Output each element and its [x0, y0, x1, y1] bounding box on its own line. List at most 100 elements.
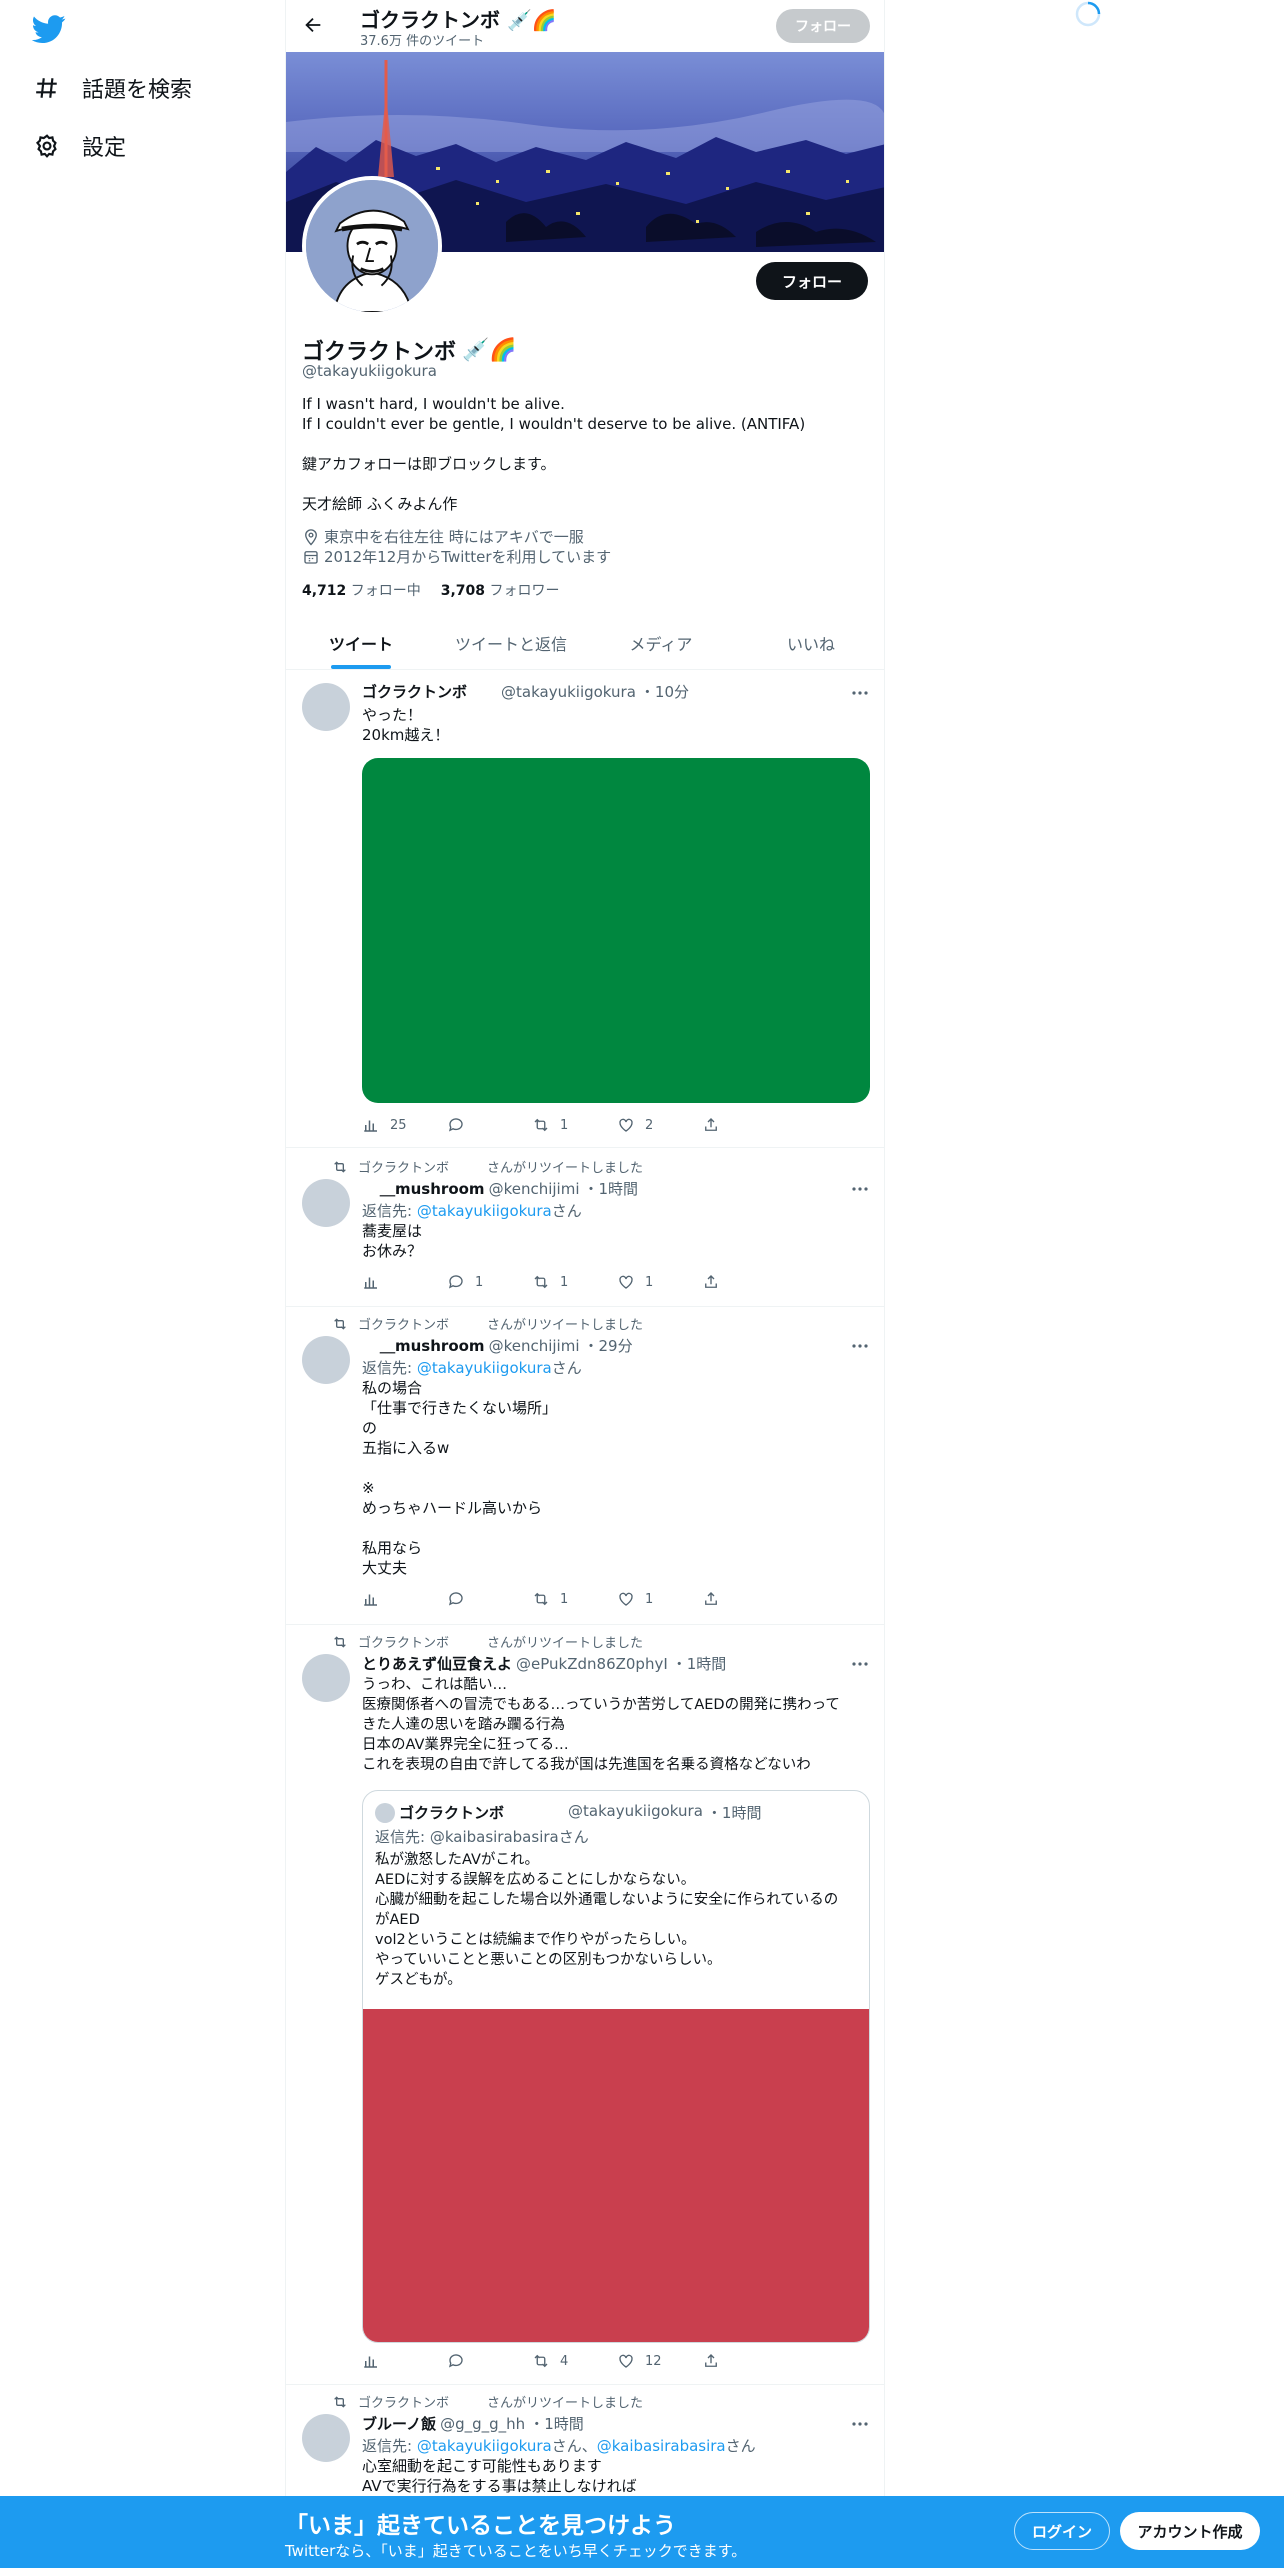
- back-arrow-icon[interactable]: [302, 14, 324, 36]
- share-button[interactable]: [702, 1590, 782, 1608]
- views-button[interactable]: [362, 1590, 442, 1608]
- avatar[interactable]: [302, 2414, 350, 2462]
- left-nav: 話題を検索 設定: [0, 0, 285, 2568]
- author-name[interactable]: とりあえず仙豆食えよ: [362, 1653, 512, 1674]
- views-button[interactable]: [362, 1273, 442, 1291]
- heart-icon: [619, 1275, 633, 1289]
- author-handle[interactable]: @takayukiigokura: [501, 683, 636, 701]
- retweet-icon: [334, 1160, 346, 1173]
- reply-mention-link[interactable]: @takayukiigokura: [417, 2437, 552, 2455]
- analytics-icon: [364, 1594, 377, 1606]
- tweet-header: ＿mushroom @kenchijimi ・1時間: [362, 1178, 638, 1199]
- more-options-icon[interactable]: [850, 1654, 870, 1674]
- heart-icon: [619, 1118, 633, 1132]
- author-handle[interactable]: @kenchijimi: [489, 1337, 580, 1355]
- tab-media[interactable]: メディア: [586, 616, 736, 669]
- syringe-emoji-icon: 💉🌈: [506, 8, 557, 32]
- avatar[interactable]: [302, 1336, 350, 1384]
- tab-tweets[interactable]: ツイート: [286, 616, 436, 669]
- reply-mention-link[interactable]: @takayukiigokura: [417, 1359, 552, 1377]
- tweet-media-image[interactable]: [362, 758, 870, 1103]
- tab-likes[interactable]: いいね: [736, 616, 884, 669]
- quote-avatar: [375, 1803, 395, 1823]
- more-options-icon[interactable]: [850, 2414, 870, 2434]
- syringe-rainbow-emoji-icon: 💉🌈: [462, 337, 517, 363]
- like-button[interactable]: 2: [617, 1116, 697, 1134]
- tweet-header: ＿mushroom @kenchijimi ・29分: [362, 1335, 633, 1356]
- signup-banner-title: 「いま」起きていることを見つけよう: [285, 2513, 676, 2539]
- profile-tabs: ツイート ツイートと返信 メディア いいね: [286, 616, 884, 670]
- profile-avatar[interactable]: [302, 176, 442, 316]
- like-button[interactable]: 12: [617, 2352, 697, 2370]
- like-button[interactable]: 1: [617, 1273, 697, 1291]
- header-follow-button[interactable]: フォロー: [776, 9, 870, 43]
- more-options-icon[interactable]: [850, 1336, 870, 1356]
- bio-line: If I wasn't hard, I wouldn't be alive.: [302, 395, 565, 413]
- nav-item-settings[interactable]: 設定: [34, 130, 126, 162]
- avatar[interactable]: [302, 1654, 350, 1702]
- reply-icon: [448, 2354, 463, 2368]
- share-button[interactable]: [702, 1273, 782, 1291]
- follow-button[interactable]: フォロー: [756, 262, 868, 300]
- share-button[interactable]: [702, 1116, 782, 1134]
- views-button[interactable]: 25: [362, 1116, 442, 1134]
- profile-handle: @takayukiigokura: [302, 362, 437, 380]
- views-button[interactable]: [362, 2352, 442, 2370]
- tweet-time[interactable]: ・1時間: [672, 1653, 727, 1674]
- bio-line: [302, 474, 872, 494]
- login-button[interactable]: ログイン: [1014, 2512, 1110, 2550]
- profile-header-bar: ゴクラクトンボ 💉🌈 37.6万 件のツイート フォロー: [286, 0, 884, 52]
- more-options-icon[interactable]: [850, 683, 870, 703]
- retweet-icon: [334, 1635, 346, 1648]
- avatar[interactable]: [302, 683, 350, 731]
- tweet[interactable]: ゴクラクトンボ さんがリツイートしました ＿mushroom @kenchijim…: [286, 1149, 884, 1307]
- tweet-text: うっわ、これは酷い… 医療関係者への冒涜でもある…っていうか苦労してAEDの開発…: [362, 1677, 840, 1773]
- main-column: ゴクラクトンボ 💉🌈 37.6万 件のツイート フォロー フォロー ゴクラクトン…: [285, 0, 885, 2568]
- twitter-logo-icon[interactable]: [32, 12, 66, 46]
- reply-mention-link[interactable]: @takayukiigokura: [417, 1202, 552, 1220]
- followers-link[interactable]: 3,708 フォロワー: [441, 580, 560, 600]
- tweet-header: ゴクラクトンボ @takayukiigokura ・10分: [362, 681, 689, 702]
- author-handle[interactable]: @kenchijimi: [489, 1180, 580, 1198]
- signup-button[interactable]: アカウント作成: [1120, 2512, 1260, 2550]
- author-name[interactable]: ＿mushroom: [380, 1178, 485, 1199]
- tweet-time[interactable]: ・1時間: [584, 1178, 639, 1199]
- author-name[interactable]: ＿mushroom: [380, 1335, 485, 1356]
- tweet[interactable]: ゴクラクトンボ @takayukiigokura ・10分 やった！ 20km越…: [286, 671, 884, 1148]
- quote-media-image[interactable]: [363, 2009, 869, 2342]
- quote-time: ・1時間: [706, 1804, 762, 1822]
- reply-button[interactable]: [447, 1116, 527, 1134]
- author-handle[interactable]: @g_g_g_hh: [440, 2415, 525, 2433]
- retweet-button[interactable]: 4: [532, 2352, 612, 2370]
- tweet[interactable]: ゴクラクトンボ さんがリツイートしました ＿mushroom @kenchijim…: [286, 1308, 884, 1625]
- retweet-context: ゴクラクトンボ さんがリツイートしました: [332, 2392, 643, 2411]
- tweet-actions: 25 1 2: [362, 1116, 782, 1134]
- tweet-actions: 1 1 1: [362, 1273, 782, 1291]
- tweet-actions: 1 1: [362, 1590, 782, 1608]
- share-button[interactable]: [702, 2352, 782, 2370]
- author-handle[interactable]: @ePukZdn86Z0phyI: [516, 1655, 668, 1673]
- retweet-button[interactable]: 1: [532, 1590, 612, 1608]
- retweet-icon: [334, 2395, 346, 2408]
- avatar[interactable]: [302, 1179, 350, 1227]
- reply-button[interactable]: [447, 1590, 527, 1608]
- quote-header: ゴクラクトンボ @takayukiigokura ・1時間: [399, 1802, 761, 1823]
- reply-button[interactable]: [447, 2352, 527, 2370]
- tweet-time[interactable]: ・1時間: [529, 2413, 584, 2434]
- tab-tweets-and-replies[interactable]: ツイートと返信: [436, 616, 586, 669]
- tweet[interactable]: ゴクラクトンボ さんがリツイートしました とりあえず仙豆食えよ @ePukZdn8…: [286, 1626, 884, 2385]
- retweet-button[interactable]: 1: [532, 1273, 612, 1291]
- retweet-button[interactable]: 1: [532, 1116, 612, 1134]
- reply-mention-link[interactable]: @kaibasirabasira: [597, 2437, 726, 2455]
- nav-item-explore[interactable]: 話題を検索: [34, 72, 192, 104]
- author-name[interactable]: ブルーノ飯: [362, 2413, 436, 2434]
- reply-button[interactable]: 1: [447, 1273, 527, 1291]
- tweet-time[interactable]: ・10分: [640, 681, 689, 702]
- following-link[interactable]: 4,712 フォロー中: [302, 580, 421, 600]
- author-name[interactable]: ゴクラクトンボ: [362, 681, 467, 702]
- like-button[interactable]: 1: [617, 1590, 697, 1608]
- quoted-tweet[interactable]: ゴクラクトンボ @takayukiigokura ・1時間 返信先: @kaib…: [362, 1790, 870, 2343]
- more-options-icon[interactable]: [850, 1179, 870, 1199]
- tweet-time[interactable]: ・29分: [584, 1335, 633, 1356]
- bio-line: 天才絵師 ふくみよん作: [302, 495, 458, 513]
